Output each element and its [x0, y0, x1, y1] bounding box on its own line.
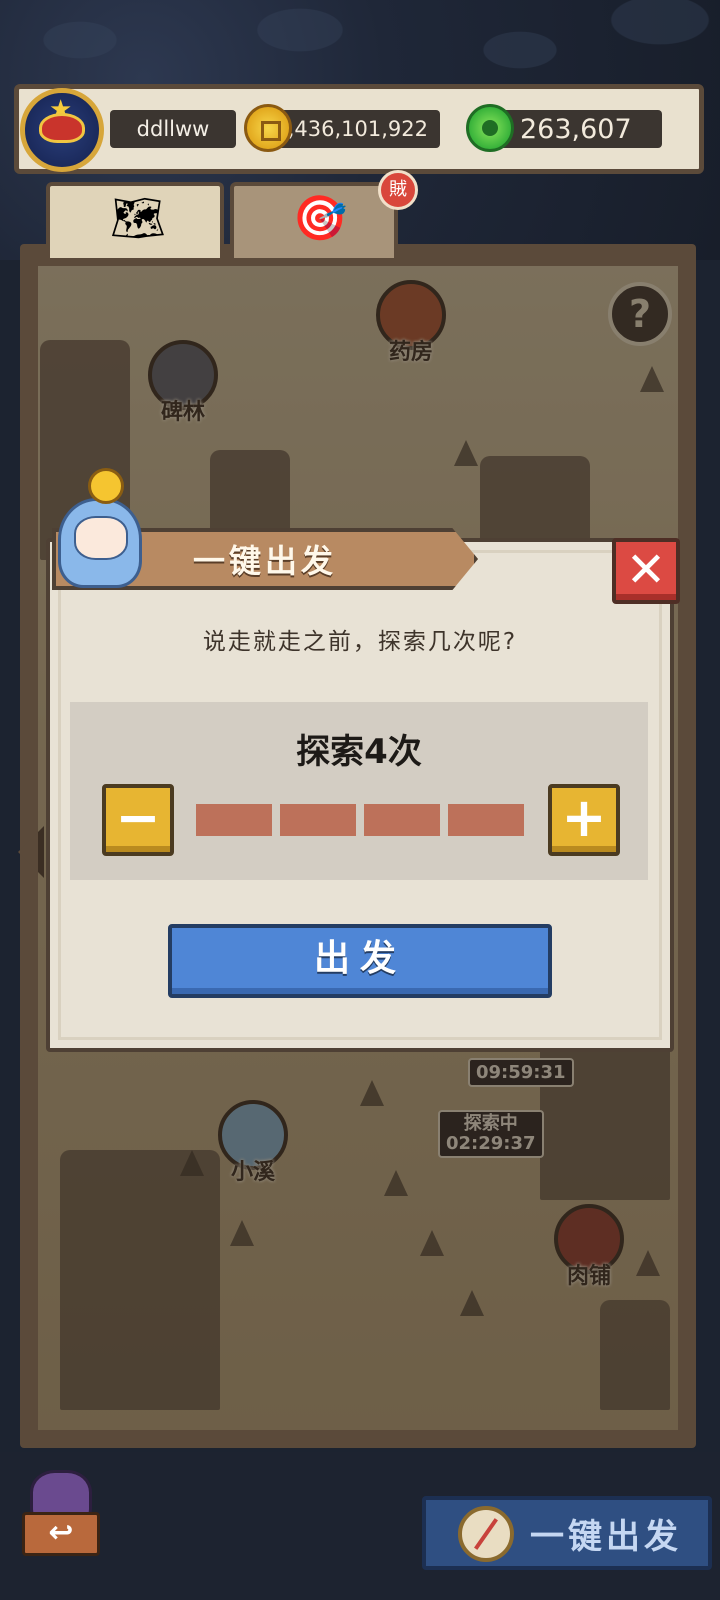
mask-icon [39, 113, 85, 143]
count-segment [280, 804, 356, 836]
jade-coin-icon [466, 104, 514, 152]
back-button[interactable]: ↩ [18, 1470, 104, 1560]
gold-coin-icon [244, 104, 292, 152]
count-segment [364, 804, 440, 836]
target-icon: 🎯 [292, 193, 348, 244]
notification-badge: 賊 [378, 170, 418, 210]
player-name: ddllww [110, 110, 236, 148]
decrease-button[interactable]: − [102, 784, 174, 856]
star-icon [88, 468, 124, 504]
increase-button[interactable]: + [548, 784, 620, 856]
explore-count-label: 探索4次 [296, 732, 422, 772]
depart-button[interactable]: 出发 [168, 924, 552, 998]
count-segment [196, 804, 272, 836]
one-key-depart-label: 一键出发 [530, 1516, 682, 1557]
tab-target[interactable]: 🎯 [230, 182, 398, 258]
player-avatar[interactable]: ★ [20, 88, 104, 172]
back-arrow-icon: ↩ [22, 1512, 100, 1556]
guide-girl-avatar [50, 468, 152, 588]
map-icon: 🗺 [110, 193, 166, 244]
close-button[interactable]: ✕ [612, 538, 680, 604]
count-segment [448, 804, 524, 836]
dialog-question: 说走就走之前，探索几次呢? [202, 629, 518, 655]
compass-icon [458, 1506, 514, 1562]
tab-map[interactable]: 🗺 [46, 182, 224, 258]
